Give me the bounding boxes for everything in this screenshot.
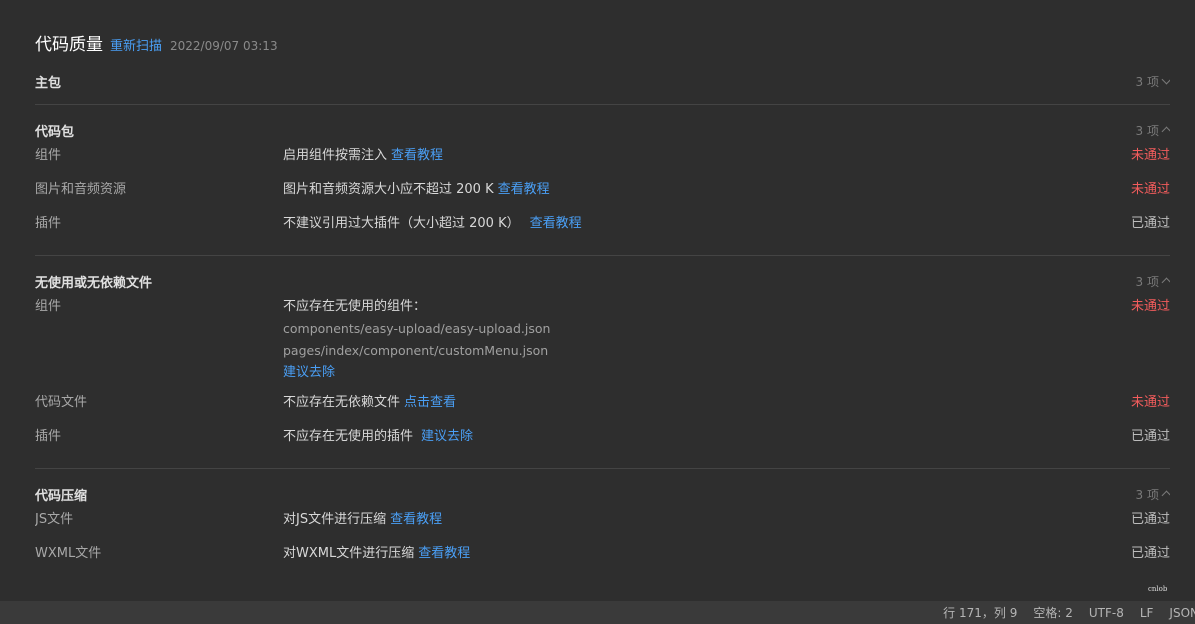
panel-header: 代码质量 重新扫描 2022/09/07 03:13	[35, 30, 1170, 56]
logo-icon: cnlob	[1148, 585, 1168, 593]
check-name: 组件	[35, 299, 62, 314]
check-desc-text: 启用组件按需注入	[283, 148, 388, 163]
status-badge: 已通过	[1130, 429, 1170, 444]
section-header[interactable]: 无使用或无依赖文件 3 项	[35, 270, 1170, 292]
section-title: 无使用或无依赖文件	[35, 275, 153, 291]
encoding-setting[interactable]: UTF-8	[1089, 606, 1124, 620]
page-title: 代码质量	[35, 35, 103, 55]
check-name: 图片和音频资源	[35, 182, 127, 197]
count-label: 3 项	[1135, 274, 1159, 289]
check-desc-text: 不应存在无依赖文件	[283, 395, 401, 410]
tutorial-link[interactable]: 查看教程	[498, 182, 550, 197]
check-desc-text: 图片和音频资源大小应不超过 200 K	[283, 182, 494, 197]
section-code-compression: 代码压缩 3 项 JS文件 对JS文件进行压缩 查看教程 已通过 WXML文件 对…	[35, 483, 1170, 585]
section-count: 3 项	[1136, 486, 1170, 503]
tutorial-link[interactable]: 查看教程	[390, 512, 442, 527]
check-name: 插件	[35, 216, 62, 231]
check-desc-text: 对JS文件进行压缩	[283, 512, 387, 527]
section-header[interactable]: 代码压缩 3 项	[35, 483, 1170, 505]
indent-setting[interactable]: 空格: 2	[1033, 604, 1073, 621]
status-bar: 行 171，列 9 空格: 2 UTF-8 LF JSON	[0, 601, 1195, 624]
check-name: WXML文件	[35, 546, 102, 561]
check-desc: 不应存在无使用的插件 建议去除	[283, 426, 1090, 460]
section-count: 3 项	[1136, 73, 1170, 90]
status-badge: 未通过	[1130, 148, 1170, 163]
code-quality-panel: 代码质量 重新扫描 2022/09/07 03:13 主包 3 项 代码包 3 …	[0, 0, 1195, 624]
check-row: 图片和音频资源 图片和音频资源大小应不超过 200 K 查看教程 未通过	[35, 179, 1170, 213]
section-unused-files: 无使用或无依赖文件 3 项 组件 不应存在无使用的组件： components/…	[35, 270, 1170, 469]
section-code-package: 代码包 3 项 组件 启用组件按需注入 查看教程 未通过 图片和音频资源 图片和音…	[35, 119, 1170, 256]
cursor-position[interactable]: 行 171，列 9	[943, 604, 1017, 621]
check-row: 插件 不应存在无使用的插件 建议去除 已通过	[35, 426, 1170, 460]
check-name: 组件	[35, 148, 62, 163]
section-main-package: 主包 3 项	[35, 70, 1170, 105]
check-desc-text: 对WXML文件进行压缩	[283, 546, 415, 561]
status-badge: 已通过	[1130, 546, 1170, 561]
content-area: 代码质量 重新扫描 2022/09/07 03:13 主包 3 项 代码包 3 …	[35, 30, 1170, 601]
count-label: 3 项	[1135, 74, 1159, 89]
unused-file-path: pages/index/component/customMenu.json	[283, 343, 549, 358]
check-row: JS文件 对JS文件进行压缩 查看教程 已通过	[35, 509, 1170, 543]
check-row: WXML文件 对WXML文件进行压缩 查看教程 已通过	[35, 543, 1170, 577]
check-desc-text: 不建议引用过大插件（大小超过 200 K）	[283, 216, 520, 231]
section-count: 3 项	[1136, 122, 1170, 139]
chevron-down-icon	[1161, 74, 1170, 84]
check-desc-text: 不应存在无使用的组件：	[283, 299, 427, 314]
status-badge: 已通过	[1130, 216, 1170, 231]
check-desc: 对WXML文件进行压缩 查看教程	[283, 543, 1090, 577]
check-desc: 启用组件按需注入 查看教程	[283, 145, 1090, 179]
check-desc-text: 不应存在无使用的插件	[283, 429, 414, 444]
section-count: 3 项	[1136, 273, 1170, 290]
check-row: 组件 启用组件按需注入 查看教程 未通过	[35, 145, 1170, 179]
count-label: 3 项	[1135, 487, 1159, 502]
tutorial-link[interactable]: 查看教程	[530, 216, 582, 231]
remove-suggestion-link[interactable]: 建议去除	[283, 365, 335, 380]
section-header[interactable]: 主包 3 项	[35, 70, 1170, 92]
chevron-up-icon	[1161, 277, 1170, 288]
check-row: 插件 不建议引用过大插件（大小超过 200 K） 查看教程 已通过	[35, 213, 1170, 247]
check-desc: 图片和音频资源大小应不超过 200 K 查看教程	[283, 179, 1090, 213]
check-desc: 不应存在无依赖文件 点击查看	[283, 392, 1090, 426]
status-badge: 未通过	[1130, 299, 1170, 314]
remove-suggestion-link[interactable]: 建议去除	[421, 429, 473, 444]
count-label: 3 项	[1135, 123, 1159, 138]
chevron-up-icon	[1161, 490, 1170, 501]
eol-setting[interactable]: LF	[1140, 606, 1154, 620]
tutorial-link[interactable]: 查看教程	[391, 148, 443, 163]
chevron-up-icon	[1161, 126, 1170, 137]
check-name: 代码文件	[35, 395, 88, 410]
check-name: JS文件	[35, 512, 74, 527]
check-name: 插件	[35, 429, 62, 444]
section-header[interactable]: 代码包 3 项	[35, 119, 1170, 141]
check-row: 代码文件 不应存在无依赖文件 点击查看 未通过	[35, 392, 1170, 426]
tutorial-link[interactable]: 查看教程	[418, 546, 470, 561]
view-link[interactable]: 点击查看	[404, 395, 456, 410]
check-desc: 不建议引用过大插件（大小超过 200 K） 查看教程	[283, 213, 1090, 247]
section-title: 代码包	[35, 124, 75, 140]
status-badge: 未通过	[1130, 395, 1170, 410]
status-badge: 未通过	[1130, 182, 1170, 197]
language-mode[interactable]: JSON	[1169, 606, 1195, 620]
unused-file-path: components/easy-upload/easy-upload.json	[283, 321, 551, 336]
rescan-link[interactable]: 重新扫描	[110, 35, 162, 54]
check-desc: 对JS文件进行压缩 查看教程	[283, 509, 1090, 543]
status-badge: 已通过	[1130, 512, 1170, 527]
check-row: 组件 不应存在无使用的组件： components/easy-upload/ea…	[35, 296, 1170, 392]
section-title: 主包	[35, 75, 62, 91]
scan-timestamp: 2022/09/07 03:13	[170, 39, 278, 53]
section-title: 代码压缩	[35, 488, 88, 504]
check-desc: 不应存在无使用的组件： components/easy-upload/easy-…	[283, 296, 1090, 392]
